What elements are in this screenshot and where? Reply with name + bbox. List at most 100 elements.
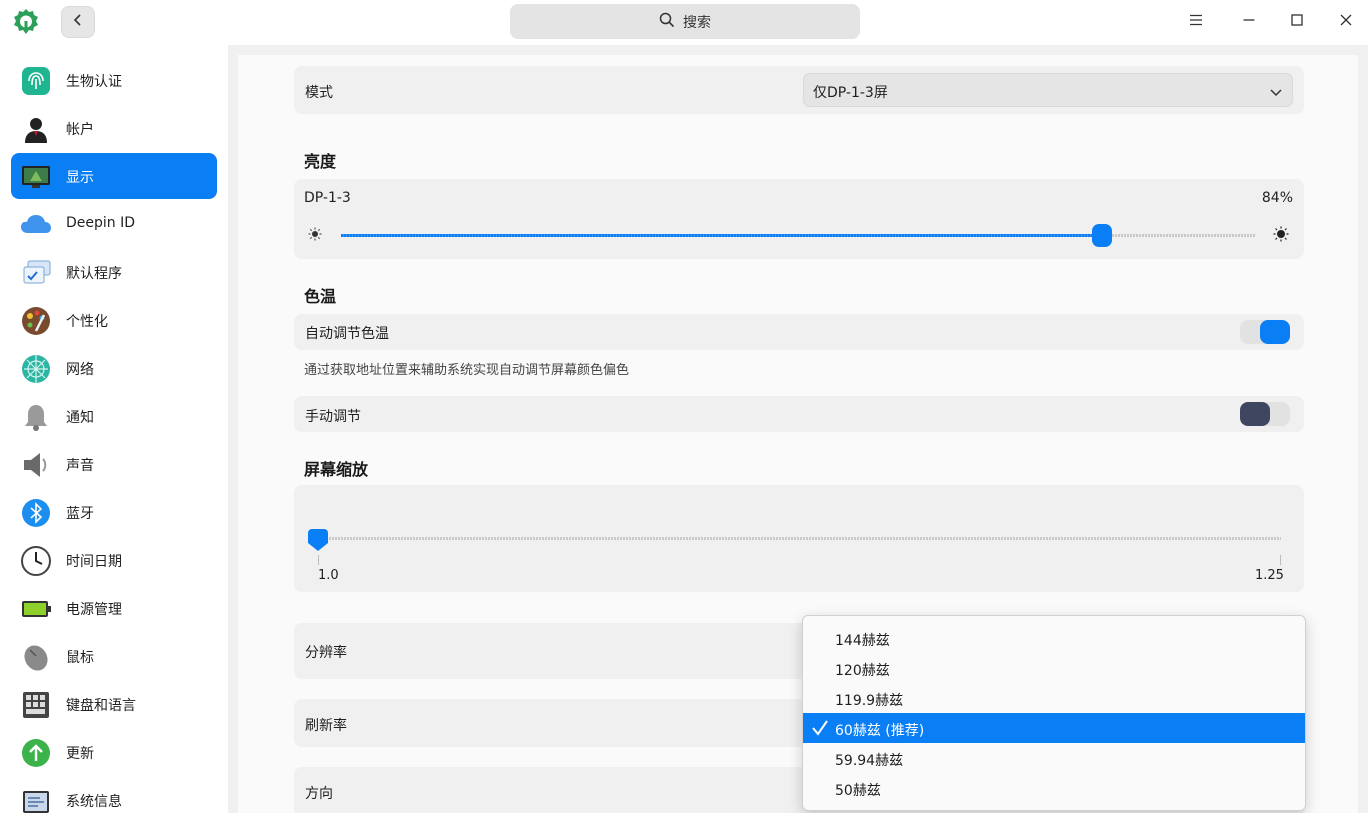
- search-icon: [659, 12, 675, 32]
- option-label: 59.94赫兹: [835, 753, 904, 769]
- brightness-slider-handle[interactable]: [1092, 224, 1112, 247]
- sidebar-item-label: 网络: [66, 362, 94, 378]
- mouse-icon: [20, 641, 52, 673]
- dropdown-option-60hz[interactable]: 60赫兹 (推荐): [803, 713, 1305, 743]
- back-button[interactable]: [61, 6, 95, 38]
- scaling-slider-track: [308, 537, 1281, 540]
- sidebar-item-datetime[interactable]: 时间日期: [11, 537, 217, 583]
- bluetooth-icon: [20, 497, 52, 529]
- brightness-slider-fill: [341, 234, 1102, 237]
- clock-icon: [20, 545, 52, 577]
- option-label: 144赫兹: [835, 633, 890, 649]
- sidebar-item-sound[interactable]: 声音: [11, 441, 217, 487]
- control-center-logo-icon: [11, 7, 41, 37]
- sidebar-item-display[interactable]: 显示: [11, 153, 217, 199]
- sidebar-item-deepin-id[interactable]: Deepin ID: [11, 201, 217, 247]
- chevron-down-icon: [1270, 85, 1282, 101]
- scaling-tick-min: [318, 555, 319, 565]
- dropdown-option-50hz[interactable]: 50赫兹: [803, 773, 1305, 803]
- menu-button[interactable]: [1181, 8, 1211, 36]
- scaling-max-label: 1.25: [1255, 568, 1284, 583]
- sidebar-item-keyboard[interactable]: 键盘和语言: [11, 681, 217, 727]
- account-icon: [20, 113, 52, 145]
- sidebar-item-label: 更新: [66, 746, 94, 762]
- speaker-icon: [20, 449, 52, 481]
- close-icon: [1340, 14, 1352, 30]
- cloud-icon: [20, 209, 52, 241]
- display-icon: [20, 161, 52, 193]
- hamburger-menu-icon: [1189, 14, 1203, 30]
- system-info-icon: [20, 785, 52, 813]
- sidebar-item-label: 电源管理: [66, 602, 122, 618]
- auto-color-temp-row: 自动调节色温: [294, 314, 1304, 350]
- scaling-title: 屏幕缩放: [304, 460, 369, 479]
- sidebar-item-label: 帐户: [66, 122, 94, 138]
- mode-label: 模式: [305, 85, 333, 101]
- palette-icon: [20, 305, 52, 337]
- scaling-slider[interactable]: [308, 529, 1281, 551]
- sidebar: 生物认证 帐户 显示 Deepin ID 默认程序 个性化 网络 通知 声音 蓝…: [0, 45, 228, 813]
- refresh-rate-dropdown: 144赫兹 120赫兹 119.9赫兹 60赫兹 (推荐) 59.94赫兹 50…: [802, 615, 1306, 811]
- battery-icon: [20, 593, 52, 625]
- sidebar-item-notification[interactable]: 通知: [11, 393, 217, 439]
- update-icon: [20, 737, 52, 769]
- maximize-button[interactable]: [1282, 8, 1312, 36]
- brightness-low-icon: [308, 227, 322, 245]
- dropdown-option-119-9hz[interactable]: 119.9赫兹: [803, 683, 1305, 713]
- option-label: 119.9赫兹: [835, 693, 904, 709]
- default-apps-icon: [20, 257, 52, 289]
- manual-adjust-row: 手动调节: [294, 396, 1304, 432]
- option-label: 60赫兹 (推荐): [835, 723, 925, 739]
- close-button[interactable]: [1331, 8, 1361, 36]
- sidebar-item-update[interactable]: 更新: [11, 729, 217, 775]
- dropdown-option-59-94hz[interactable]: 59.94赫兹: [803, 743, 1305, 773]
- chevron-left-icon: [73, 14, 83, 30]
- sidebar-item-network[interactable]: 网络: [11, 345, 217, 391]
- toggle-knob: [1260, 320, 1290, 344]
- brightness-high-icon: [1273, 226, 1289, 246]
- sidebar-item-account[interactable]: 帐户: [11, 105, 217, 151]
- sidebar-item-mouse[interactable]: 鼠标: [11, 633, 217, 679]
- sidebar-item-system-info[interactable]: 系统信息: [11, 777, 217, 813]
- keyboard-icon: [20, 689, 52, 721]
- option-label: 50赫兹: [835, 783, 881, 799]
- scaling-slider-handle[interactable]: [308, 529, 328, 551]
- option-label: 120赫兹: [835, 663, 890, 679]
- mode-row: 模式 仅DP-1-3屏: [294, 66, 1304, 114]
- brightness-value: 84%: [1261, 190, 1293, 206]
- scaling-card: 1.0 1.25: [294, 485, 1304, 592]
- sidebar-item-label: 生物认证: [66, 74, 122, 90]
- search-placeholder: 搜索: [683, 14, 711, 31]
- mode-select-value: 仅DP-1-3屏: [813, 85, 888, 101]
- auto-color-temp-toggle[interactable]: [1240, 320, 1290, 344]
- auto-color-temp-label: 自动调节色温: [305, 326, 389, 342]
- dropdown-option-144hz[interactable]: 144赫兹: [803, 623, 1305, 653]
- brightness-slider[interactable]: [341, 224, 1255, 247]
- sidebar-item-label: 蓝牙: [66, 506, 94, 522]
- sidebar-item-label: 鼠标: [66, 650, 94, 666]
- search-input[interactable]: 搜索: [510, 4, 860, 39]
- sidebar-item-label: 个性化: [66, 314, 108, 330]
- color-temp-title: 色温: [304, 287, 337, 306]
- sidebar-item-power[interactable]: 电源管理: [11, 585, 217, 631]
- sidebar-item-label: 时间日期: [66, 554, 122, 570]
- sidebar-item-default-apps[interactable]: 默认程序: [11, 249, 217, 295]
- refresh-rate-label: 刷新率: [305, 718, 347, 734]
- toggle-knob: [1240, 402, 1270, 426]
- sidebar-item-label: 系统信息: [66, 794, 122, 810]
- auto-color-temp-note: 通过获取地址位置来辅助系统实现自动调节屏幕颜色偏色: [304, 363, 630, 378]
- minimize-icon: [1243, 14, 1255, 30]
- minimize-button[interactable]: [1234, 8, 1264, 36]
- mode-select[interactable]: 仅DP-1-3屏: [803, 73, 1293, 107]
- sidebar-item-label: 键盘和语言: [66, 698, 136, 714]
- title-bar: 搜索: [0, 0, 1368, 45]
- manual-adjust-toggle[interactable]: [1240, 402, 1290, 426]
- sidebar-item-personalization[interactable]: 个性化: [11, 297, 217, 343]
- orientation-label: 方向: [305, 786, 333, 802]
- dropdown-option-120hz[interactable]: 120赫兹: [803, 653, 1305, 683]
- checkmark-icon: [811, 719, 829, 741]
- sidebar-item-bluetooth[interactable]: 蓝牙: [11, 489, 217, 535]
- scaling-min-label: 1.0: [318, 568, 339, 583]
- brightness-card: DP-1-3 84%: [294, 179, 1304, 259]
- sidebar-item-biometric[interactable]: 生物认证: [11, 57, 217, 103]
